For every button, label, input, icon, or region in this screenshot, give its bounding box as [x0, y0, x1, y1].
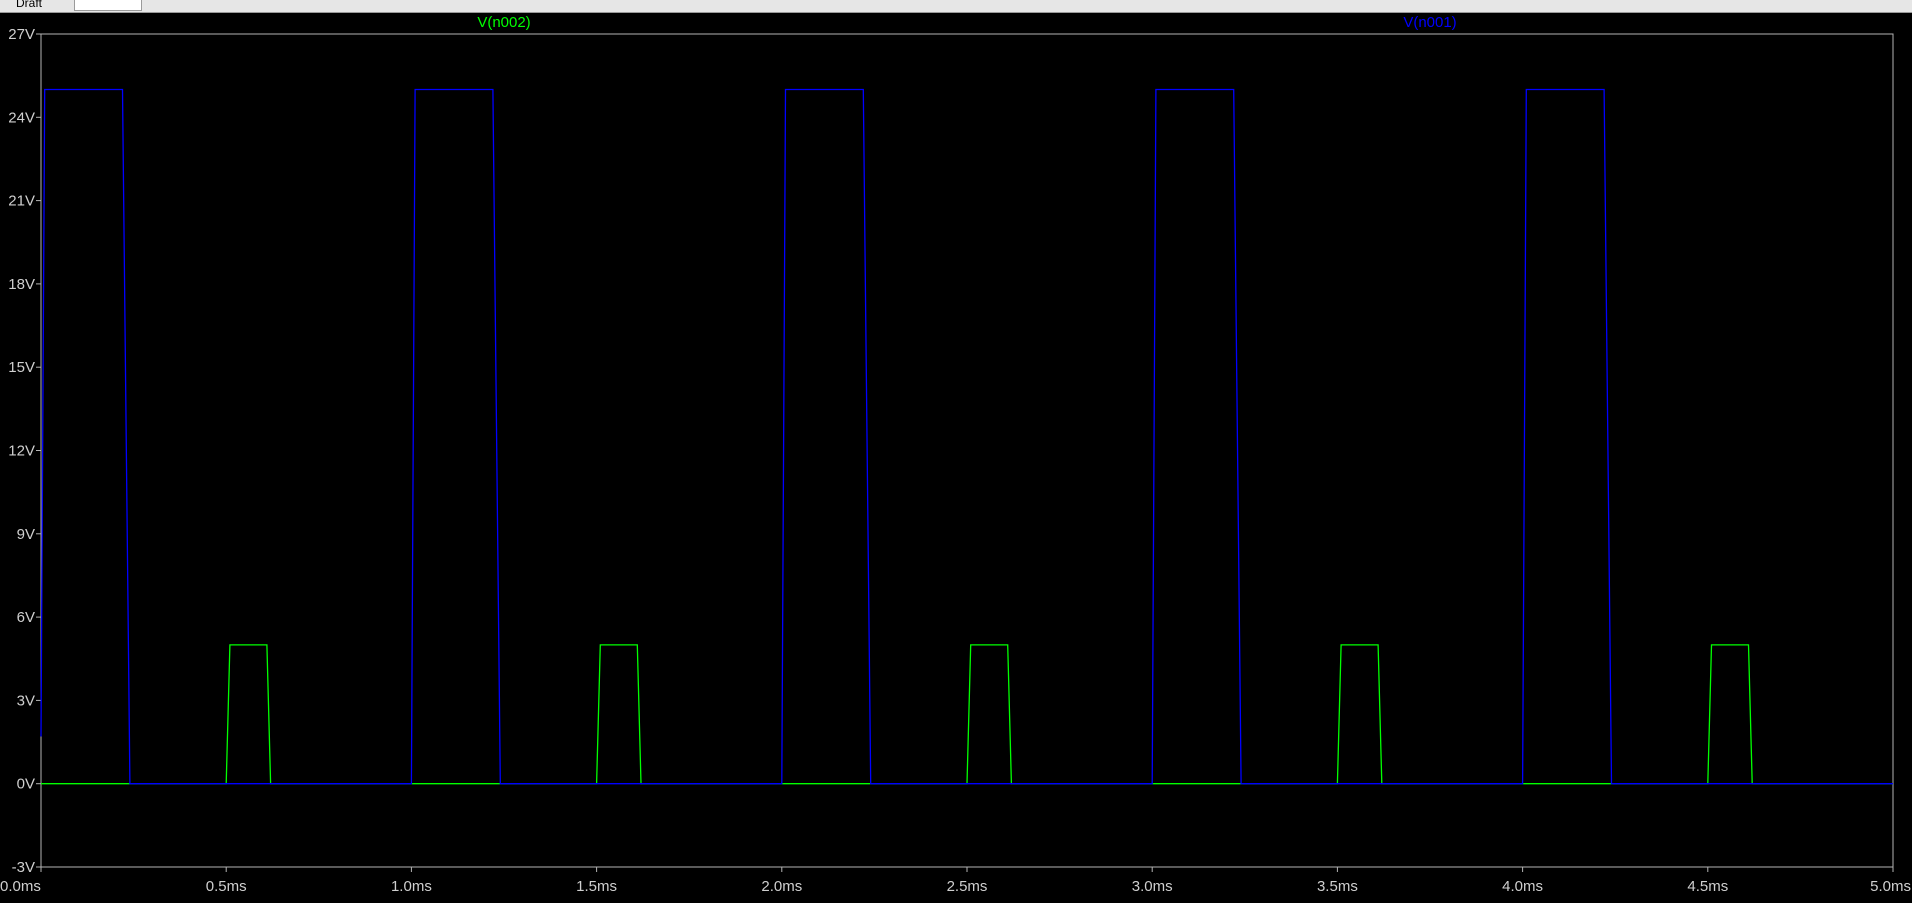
- x-tick-label: 2.5ms: [947, 878, 988, 895]
- x-tick-label: 2.0ms: [761, 878, 802, 895]
- x-tick-label: 3.5ms: [1317, 878, 1358, 895]
- plot-frame: [40, 33, 1894, 868]
- y-tick-label: 9V: [17, 526, 35, 543]
- y-tick-label: 0V: [17, 776, 35, 793]
- y-tick-label: 3V: [17, 692, 35, 709]
- trace-label[interactable]: V(n001): [1403, 14, 1456, 31]
- x-tick-label: 0.0ms: [0, 878, 41, 895]
- trace-label[interactable]: V(n002): [477, 14, 530, 31]
- x-tick-label: 5.0ms: [1870, 878, 1911, 895]
- y-tick-label: -3V: [12, 859, 35, 876]
- y-tick-label: 12V: [8, 443, 35, 460]
- y-axis: -3V 0V 3V 6V 9V 12V 15V 18V 21V 24V 27V: [8, 26, 41, 876]
- traces: [40, 88, 1893, 785]
- x-tick-label: 1.0ms: [391, 878, 432, 895]
- y-tick-label: 24V: [8, 109, 35, 126]
- y-tick-label: 27V: [8, 26, 35, 43]
- waveform-plot[interactable]: -3V 0V 3V 6V 9V 12V 15V 18V 21V 24V 27V 0.0ms 0.5ms…: [0, 0, 1912, 903]
- trace-vn001[interactable]: [40, 88, 1893, 785]
- trace-labels[interactable]: V(n002) V(n001): [477, 14, 1456, 31]
- x-axis: 0.0ms 0.5ms 1.0ms 1.5ms 2.0ms 2.5ms 3.0ms 3.5ms…: [0, 867, 1911, 895]
- y-tick-label: 15V: [8, 359, 35, 376]
- trace-vn002[interactable]: [41, 644, 1893, 785]
- x-tick-label: 3.0ms: [1132, 878, 1173, 895]
- y-tick-label: 21V: [8, 193, 35, 210]
- x-tick-label: 0.5ms: [206, 878, 247, 895]
- x-tick-label: 4.5ms: [1687, 878, 1728, 895]
- y-tick-label: 6V: [17, 609, 35, 626]
- y-tick-label: 18V: [8, 276, 35, 293]
- x-tick-label: 1.5ms: [576, 878, 617, 895]
- x-tick-label: 4.0ms: [1502, 878, 1543, 895]
